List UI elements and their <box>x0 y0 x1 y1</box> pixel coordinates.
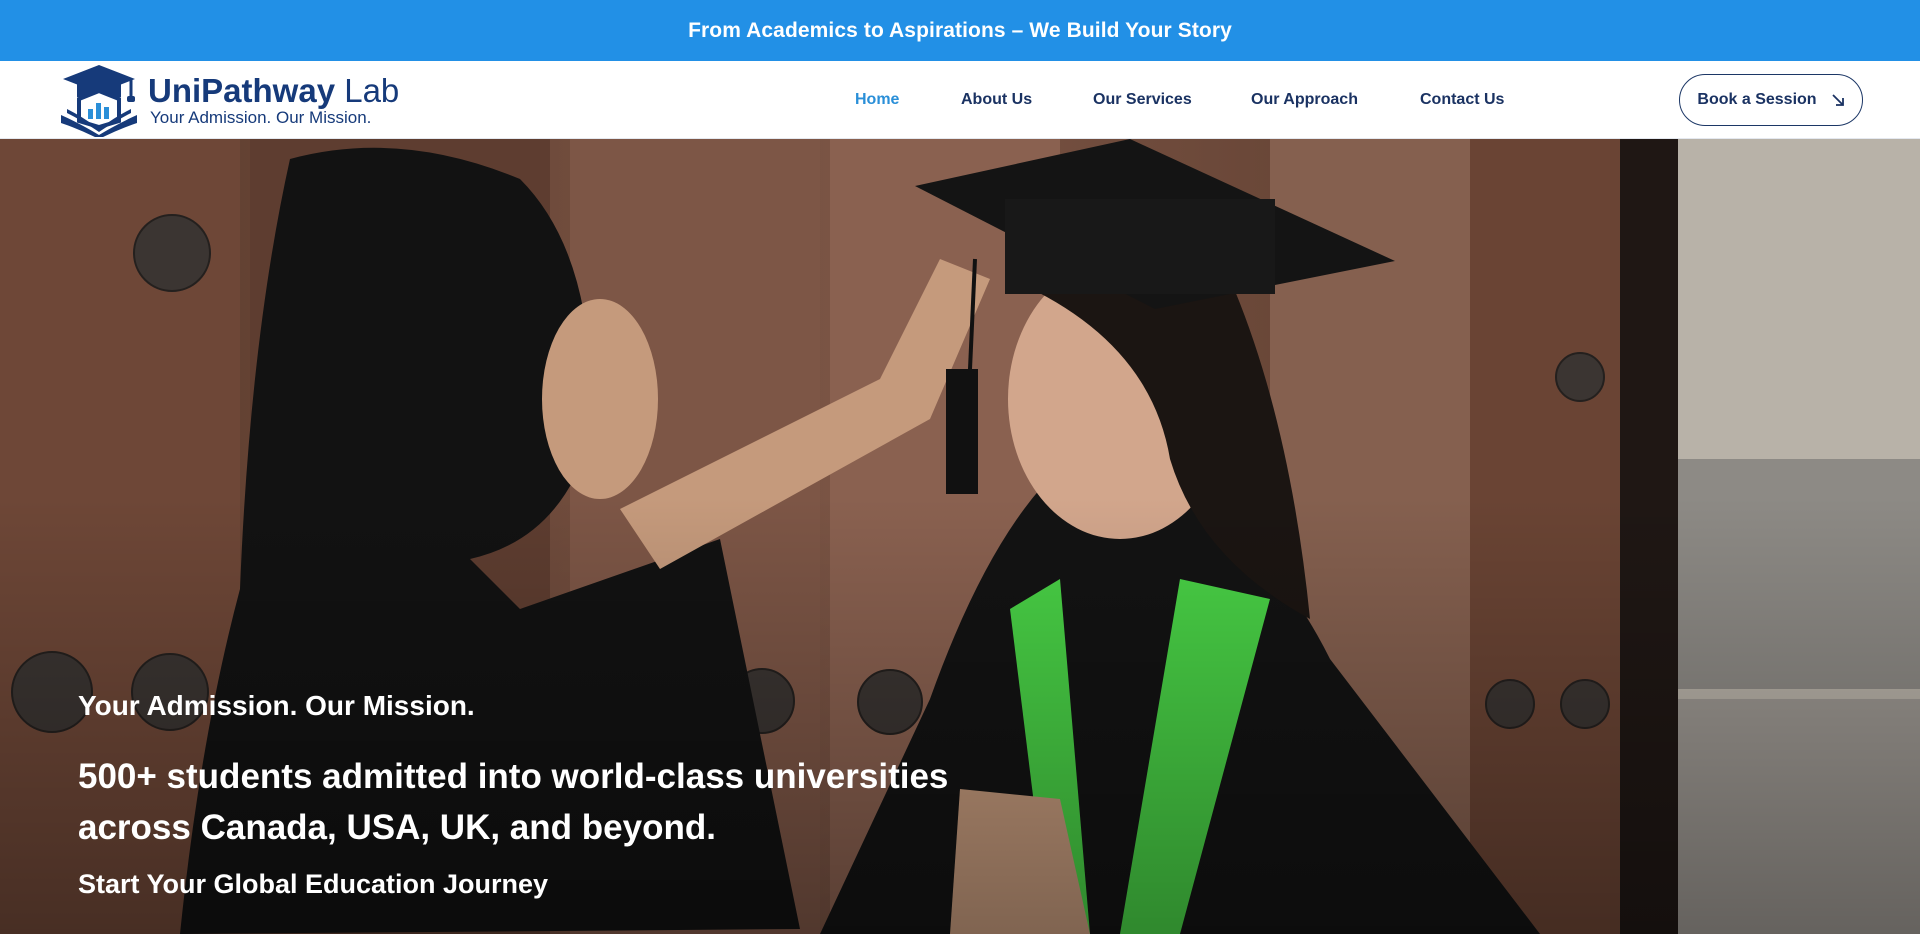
arrow-down-right-icon <box>1831 94 1844 106</box>
hero-section: Your Admission. Our Mission. 500+ studen… <box>0 139 1920 934</box>
book-session-label: Book a Session <box>1697 91 1817 108</box>
announcement-bar: From Academics to Aspirations – We Build… <box>0 0 1920 61</box>
main-nav: Home About Us Our Services Our Approach … <box>0 61 1920 139</box>
hero-headline: 500+ students admitted into world-class … <box>78 757 949 847</box>
nav-about-us[interactable]: About Us <box>961 91 1032 109</box>
nav-our-approach[interactable]: Our Approach <box>1251 91 1358 109</box>
book-session-button[interactable]: Book a Session <box>1679 74 1863 126</box>
nav-contact-us[interactable]: Contact Us <box>1420 91 1504 109</box>
announcement-text: From Academics to Aspirations – We Build… <box>688 18 1232 42</box>
hero-cta-text[interactable]: Start Your Global Education Journey <box>78 869 548 900</box>
hero-subtitle: Your Admission. Our Mission. <box>78 690 475 721</box>
nav-home[interactable]: Home <box>855 91 899 109</box>
site-header: UniPathway Lab Your Admission. Our Missi… <box>0 61 1920 139</box>
nav-our-services[interactable]: Our Services <box>1093 91 1192 109</box>
